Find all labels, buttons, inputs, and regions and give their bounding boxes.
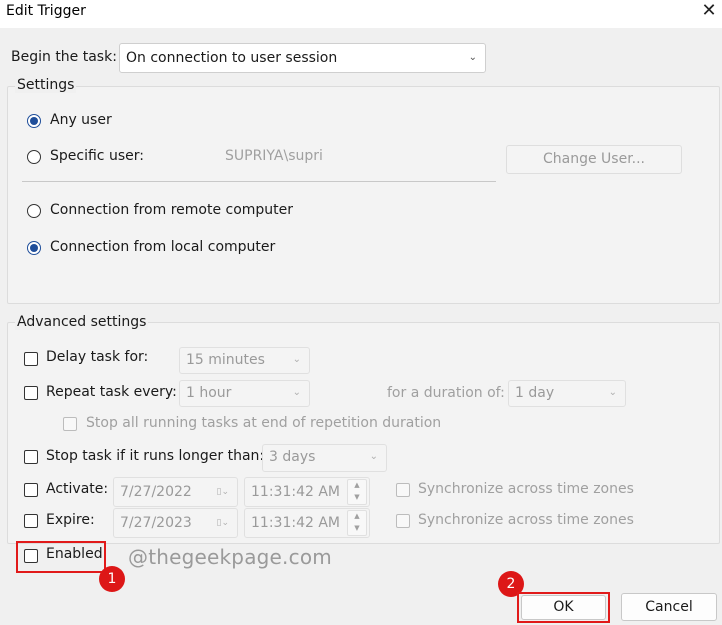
- stop-longer-value: 3 days: [269, 449, 316, 465]
- change-user-button[interactable]: Change User...: [506, 145, 682, 174]
- expire-checkbox[interactable]: [24, 514, 38, 528]
- expire-time-spinner[interactable]: ▲ ▼: [347, 510, 367, 536]
- cancel-button[interactable]: Cancel: [621, 593, 717, 621]
- expire-time-value: 11:31:42 AM: [251, 515, 340, 531]
- remote-connection-label: Connection from remote computer: [50, 202, 294, 218]
- expire-label: Expire:: [46, 512, 95, 528]
- settings-divider: [22, 181, 496, 182]
- repeat-value: 1 hour: [186, 385, 232, 401]
- duration-select[interactable]: 1 day ⌄: [508, 380, 626, 407]
- specific-user-radio[interactable]: [27, 150, 41, 164]
- delay-value: 15 minutes: [186, 352, 265, 368]
- advanced-settings-title: Advanced settings: [15, 314, 149, 330]
- delay-checkbox[interactable]: [24, 352, 38, 366]
- user-value: SUPRIYA\supri: [225, 148, 323, 164]
- activate-date-picker[interactable]: 7/27/2022 ▯⌄: [113, 477, 238, 507]
- remote-connection-radio[interactable]: [27, 204, 41, 218]
- duration-label: for a duration of:: [387, 385, 505, 401]
- delay-label: Delay task for:: [46, 349, 149, 365]
- repeat-select[interactable]: 1 hour ⌄: [179, 380, 310, 407]
- enabled-checkbox[interactable]: [24, 549, 38, 563]
- activate-checkbox[interactable]: [24, 483, 38, 497]
- any-user-label: Any user: [50, 112, 112, 128]
- begin-task-label: Begin the task:: [11, 49, 117, 65]
- stop-running-label: Stop all running tasks at end of repetit…: [86, 415, 442, 431]
- duration-value: 1 day: [515, 385, 555, 401]
- close-icon[interactable]: ✕: [700, 2, 718, 20]
- delay-select[interactable]: 15 minutes ⌄: [179, 347, 310, 374]
- expire-sync-label: Synchronize across time zones: [418, 512, 634, 528]
- spin-up-icon[interactable]: ▲: [348, 480, 366, 492]
- stop-running-checkbox[interactable]: [63, 417, 77, 431]
- activate-label: Activate:: [46, 481, 109, 497]
- begin-task-select[interactable]: On connection to user session ⌄: [119, 43, 486, 73]
- enabled-label: Enabled: [46, 546, 103, 562]
- chevron-down-icon: ⌄: [468, 52, 477, 63]
- activate-time-value: 11:31:42 AM: [251, 484, 340, 500]
- chevron-down-icon: ⌄: [292, 387, 301, 398]
- spin-down-icon[interactable]: ▼: [348, 523, 366, 535]
- ok-button[interactable]: OK: [521, 595, 606, 620]
- local-connection-label: Connection from local computer: [50, 239, 276, 255]
- settings-group: [7, 86, 720, 304]
- expire-date-picker[interactable]: 7/27/2023 ▯⌄: [113, 508, 238, 538]
- activate-date-value: 7/27/2022: [120, 484, 192, 500]
- calendar-icon: ▯⌄: [216, 518, 230, 528]
- spin-down-icon[interactable]: ▼: [348, 492, 366, 504]
- window-title: Edit Trigger: [6, 3, 86, 19]
- repeat-label: Repeat task every:: [46, 384, 177, 400]
- repeat-checkbox[interactable]: [24, 386, 38, 400]
- stop-longer-checkbox[interactable]: [24, 450, 38, 464]
- stop-longer-label: Stop task if it runs longer than:: [46, 448, 265, 464]
- activate-time-spinner[interactable]: ▲ ▼: [347, 479, 367, 505]
- begin-task-value: On connection to user session: [126, 50, 338, 66]
- chevron-down-icon: ⌄: [292, 354, 301, 365]
- expire-date-value: 7/27/2023: [120, 515, 192, 531]
- step-badge-1: 1: [99, 566, 125, 592]
- activate-sync-label: Synchronize across time zones: [418, 481, 634, 497]
- expire-sync-checkbox[interactable]: [396, 514, 410, 528]
- local-connection-radio[interactable]: [27, 241, 41, 255]
- title-bar: [0, 0, 722, 28]
- specific-user-label: Specific user:: [50, 148, 144, 164]
- stop-longer-select[interactable]: 3 days ⌄: [262, 444, 387, 472]
- spin-up-icon[interactable]: ▲: [348, 511, 366, 523]
- watermark: @thegeekpage.com: [128, 545, 332, 569]
- activate-sync-checkbox[interactable]: [396, 483, 410, 497]
- any-user-radio[interactable]: [27, 114, 41, 128]
- chevron-down-icon: ⌄: [608, 387, 617, 398]
- chevron-down-icon: ⌄: [369, 451, 378, 462]
- settings-group-title: Settings: [15, 77, 77, 93]
- calendar-icon: ▯⌄: [216, 487, 230, 497]
